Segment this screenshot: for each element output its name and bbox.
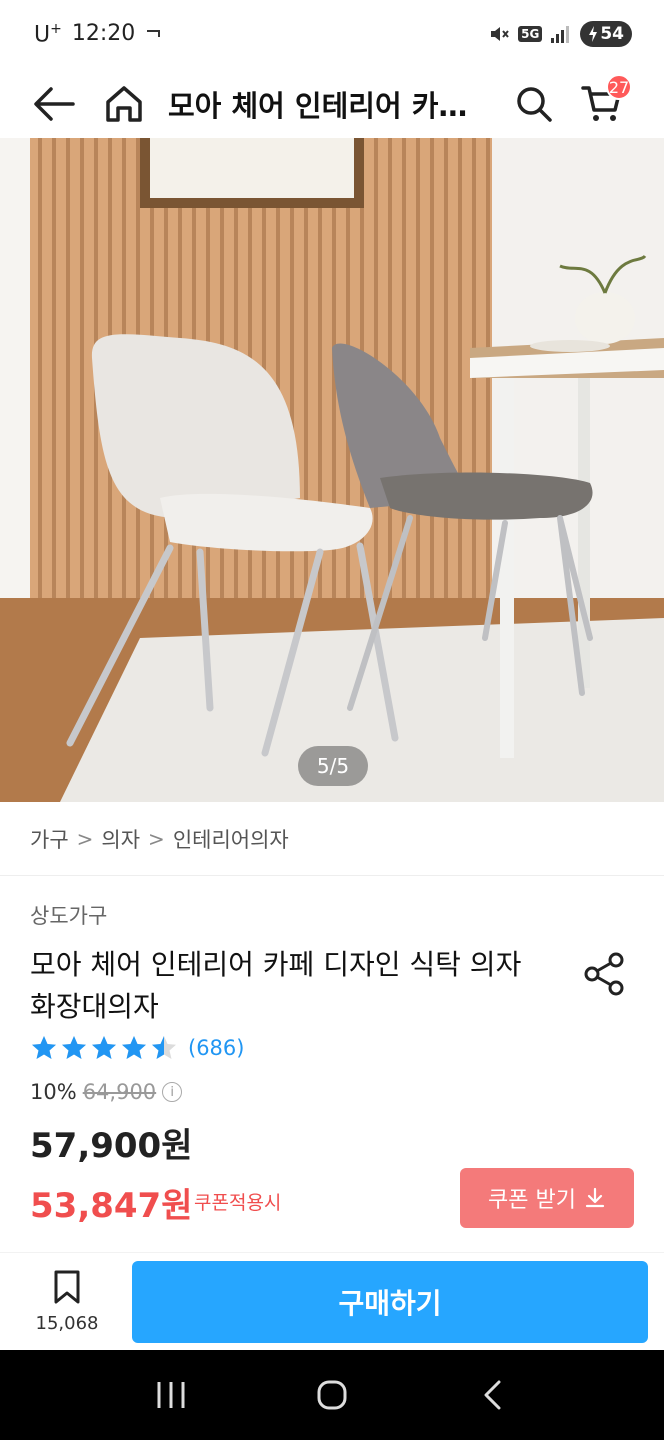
breadcrumb-item-chair[interactable]: 의자 (101, 824, 140, 854)
sale-price: 57,900원 (30, 1126, 193, 1166)
bookmark-count: 15,068 (35, 1313, 99, 1334)
download-icon (585, 1187, 605, 1208)
battery-indicator: 54 (580, 21, 632, 47)
star-icon (152, 1036, 176, 1059)
share-icon (584, 952, 624, 996)
buy-button[interactable]: 구매하기 (132, 1260, 648, 1343)
home-icon (106, 86, 142, 122)
share-button[interactable] (582, 950, 628, 998)
star-icon (32, 1036, 56, 1059)
product-image[interactable] (0, 138, 664, 802)
page-title: 모아 체어 인테리어 카페 디자인 식탁 의자 화장대의자 (168, 89, 486, 123)
screen-cast-icon (147, 29, 161, 37)
star-icon (62, 1036, 86, 1059)
discount-rate: 10% (30, 1080, 77, 1104)
mute-icon (491, 27, 509, 41)
network-label: 5G (518, 26, 543, 42)
bookmark-button[interactable]: 15,068 (30, 1269, 104, 1334)
discount-row: 10% 64,900 i (30, 1080, 183, 1104)
coupon-price: 53,847원 (30, 1186, 193, 1226)
bookmark-icon (54, 1270, 80, 1304)
charging-icon (589, 26, 598, 42)
product-title: 모아 체어 인테리어 카페 디자인 식탁 의자 화장대의자 (30, 948, 522, 1023)
star-icon (92, 1036, 116, 1059)
breadcrumb-item-interior-chair[interactable]: 인테리어의자 (173, 824, 289, 854)
search-button[interactable] (508, 78, 560, 130)
breadcrumb-item-furniture[interactable]: 가구 (30, 824, 69, 854)
signal-icon (551, 26, 570, 43)
back-arrow-icon (34, 87, 75, 121)
clock: 12:20 (71, 21, 136, 47)
status-left: U+ 12:20 (34, 21, 163, 47)
status-right: 5G 54 (488, 21, 632, 47)
status-bar: U+ 12:20 5G 54 (0, 0, 664, 68)
coupon-download-button[interactable]: 쿠폰 받기 (460, 1168, 634, 1228)
home-nav-icon (317, 1380, 347, 1410)
recent-apps-button[interactable] (141, 1365, 201, 1425)
app-bar: 모아 체어 인테리어 카페 디자인 식탁 의자 화장대의자 27 (0, 68, 664, 140)
review-count[interactable]: (686) (188, 1036, 244, 1060)
breadcrumb: 가구 > 의자 > 인테리어의자 (0, 802, 664, 876)
product-photo (0, 138, 664, 802)
back-button[interactable] (28, 78, 80, 130)
back-nav-icon (484, 1380, 501, 1410)
battery-level: 54 (600, 24, 624, 44)
gallery-pager: 5/5 (298, 746, 368, 786)
coupon-note: 쿠폰적용시 (194, 1192, 282, 1214)
star-icon (122, 1036, 146, 1059)
breadcrumb-separator: > (76, 826, 94, 851)
cart-count-badge: 27 (606, 74, 632, 100)
original-price: 64,900 (82, 1080, 157, 1104)
search-icon (517, 87, 552, 122)
brand-name[interactable]: 상도가구 (30, 900, 107, 930)
carrier: U+ (34, 20, 62, 48)
cart-button[interactable]: 27 (576, 74, 632, 130)
home-nav-button[interactable] (302, 1365, 362, 1425)
recent-apps-icon (157, 1382, 185, 1408)
system-nav-bar (0, 1350, 664, 1440)
rating-row[interactable]: (686) (30, 1034, 244, 1062)
coupon-button-label: 쿠폰 받기 (488, 1188, 576, 1213)
home-button[interactable] (98, 78, 150, 130)
star-rating (30, 1034, 178, 1062)
info-icon[interactable]: i (162, 1082, 183, 1102)
bottom-action-bar: 15,068 구매하기 (0, 1252, 664, 1350)
back-nav-button[interactable] (463, 1365, 523, 1425)
breadcrumb-separator: > (148, 826, 165, 851)
